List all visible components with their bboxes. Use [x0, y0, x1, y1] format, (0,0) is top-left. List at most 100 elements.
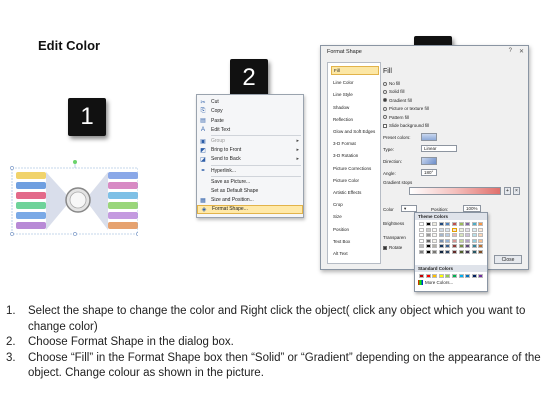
help-icon[interactable]: ? [509, 48, 512, 54]
fill-option[interactable]: Solid fill [383, 89, 405, 94]
color-swatch[interactable] [465, 238, 471, 243]
color-swatch[interactable] [432, 249, 438, 254]
diagram-shape[interactable] [8, 160, 140, 250]
position-input[interactable]: 100% [463, 205, 481, 212]
color-swatch[interactable] [445, 238, 451, 243]
color-swatch[interactable] [478, 222, 484, 226]
standard-color-swatch[interactable] [425, 274, 431, 278]
color-swatch[interactable] [452, 249, 457, 254]
color-swatch[interactable] [478, 244, 484, 249]
menu-item[interactable]: ◩ Bring to Front ▸ [197, 146, 303, 155]
color-dropdown[interactable]: ▾ [401, 205, 417, 212]
color-swatch[interactable] [471, 238, 477, 243]
type-select[interactable]: Linear [421, 145, 457, 152]
color-swatch[interactable] [478, 238, 484, 243]
color-swatch[interactable] [425, 244, 431, 249]
color-swatch[interactable] [458, 222, 464, 226]
close-button[interactable]: Close [494, 255, 522, 264]
color-swatch[interactable] [432, 244, 438, 249]
category-item[interactable]: Line Style [331, 90, 379, 99]
color-swatch[interactable] [445, 244, 451, 249]
close-icon[interactable]: ✕ [519, 48, 524, 55]
color-swatch[interactable] [425, 228, 431, 232]
color-swatch[interactable] [445, 233, 451, 238]
color-swatch[interactable] [425, 238, 431, 243]
rotate-checkbox[interactable]: Rotate [383, 245, 402, 250]
color-swatch[interactable] [458, 228, 464, 232]
gradient-stops-bar[interactable] [409, 187, 501, 195]
standard-color-swatch[interactable] [458, 274, 464, 278]
category-item[interactable]: Reflection [331, 115, 379, 124]
standard-color-swatch[interactable] [452, 274, 457, 278]
menu-item[interactable]: ◪ Send to Back ▸ [197, 155, 303, 164]
category-item[interactable]: 3-D Rotation [331, 151, 379, 160]
color-swatch[interactable] [432, 228, 438, 232]
color-swatch[interactable] [465, 228, 471, 232]
category-item[interactable]: Artistic Effects [331, 188, 379, 197]
color-swatch[interactable] [438, 244, 444, 249]
add-stop-icon[interactable]: + [504, 187, 511, 195]
menu-item[interactable]: Set as Default Shape [197, 187, 303, 196]
category-item[interactable]: Shadow [331, 103, 379, 112]
color-swatch[interactable] [452, 233, 457, 238]
standard-color-swatch[interactable] [438, 274, 444, 278]
color-swatch[interactable] [465, 249, 471, 254]
preset-colors-button[interactable] [421, 133, 437, 141]
category-item[interactable]: Picture Color [331, 176, 379, 185]
fill-option[interactable]: Gradient fill [383, 98, 412, 103]
color-swatch[interactable] [452, 228, 457, 232]
category-item[interactable]: Crop [331, 200, 379, 209]
angle-input[interactable]: 180° [421, 169, 437, 176]
color-swatch[interactable] [471, 222, 477, 226]
fill-option[interactable]: Pattern fill [383, 115, 409, 120]
standard-color-swatch[interactable] [465, 274, 471, 278]
color-swatch[interactable] [445, 228, 451, 232]
menu-item[interactable]: ◈ Format Shape... [197, 205, 303, 214]
color-swatch[interactable] [432, 222, 438, 226]
category-item[interactable]: Alt Text [331, 249, 379, 258]
fill-option[interactable]: Picture or texture fill [383, 106, 429, 111]
color-swatch[interactable] [419, 233, 424, 238]
standard-color-swatch[interactable] [432, 274, 438, 278]
color-swatch[interactable] [419, 238, 424, 243]
color-swatch[interactable] [458, 238, 464, 243]
menu-item[interactable]: ⚭ Hyperlink... [197, 166, 303, 175]
standard-color-swatch[interactable] [478, 274, 484, 278]
color-swatch[interactable] [432, 233, 438, 238]
menu-item[interactable]: ▦ Size and Position... [197, 196, 303, 205]
category-item[interactable]: 3-D Format [331, 139, 379, 148]
color-swatch[interactable] [419, 228, 424, 232]
color-swatch[interactable] [452, 222, 457, 226]
color-swatch[interactable] [445, 249, 451, 254]
color-swatch[interactable] [432, 238, 438, 243]
more-colors-link[interactable]: More Colors... [418, 280, 453, 285]
menu-item[interactable]: ⎘ Copy [197, 107, 303, 116]
color-swatch[interactable] [471, 233, 477, 238]
slide-background-fill-checkbox[interactable]: Slide background fill [383, 123, 429, 128]
remove-stop-icon[interactable]: × [513, 187, 520, 195]
color-swatch[interactable] [425, 222, 431, 226]
color-swatch[interactable] [478, 249, 484, 254]
color-swatch[interactable] [452, 244, 457, 249]
color-swatch[interactable] [419, 249, 424, 254]
category-item[interactable]: Line Color [331, 78, 379, 87]
color-swatch[interactable] [425, 233, 431, 238]
category-item[interactable]: Picture Corrections [331, 164, 379, 173]
color-swatch[interactable] [458, 244, 464, 249]
color-swatch[interactable] [478, 233, 484, 238]
menu-item[interactable]: Save as Picture... [197, 178, 303, 187]
color-swatch[interactable] [465, 222, 471, 226]
fill-option[interactable]: No fill [383, 81, 400, 86]
color-swatch[interactable] [419, 244, 424, 249]
direction-button[interactable] [421, 157, 437, 165]
color-swatch[interactable] [478, 228, 484, 232]
menu-item[interactable]: ✂ Cut [197, 98, 303, 107]
standard-color-swatch[interactable] [471, 274, 477, 278]
menu-item[interactable]: ▣ Group ▸ [197, 137, 303, 146]
category-item[interactable]: Position [331, 225, 379, 234]
category-item[interactable]: Text Box [331, 237, 379, 246]
color-swatch[interactable] [465, 244, 471, 249]
standard-color-swatch[interactable] [419, 274, 424, 278]
color-swatch[interactable] [438, 233, 444, 238]
color-swatch[interactable] [471, 249, 477, 254]
